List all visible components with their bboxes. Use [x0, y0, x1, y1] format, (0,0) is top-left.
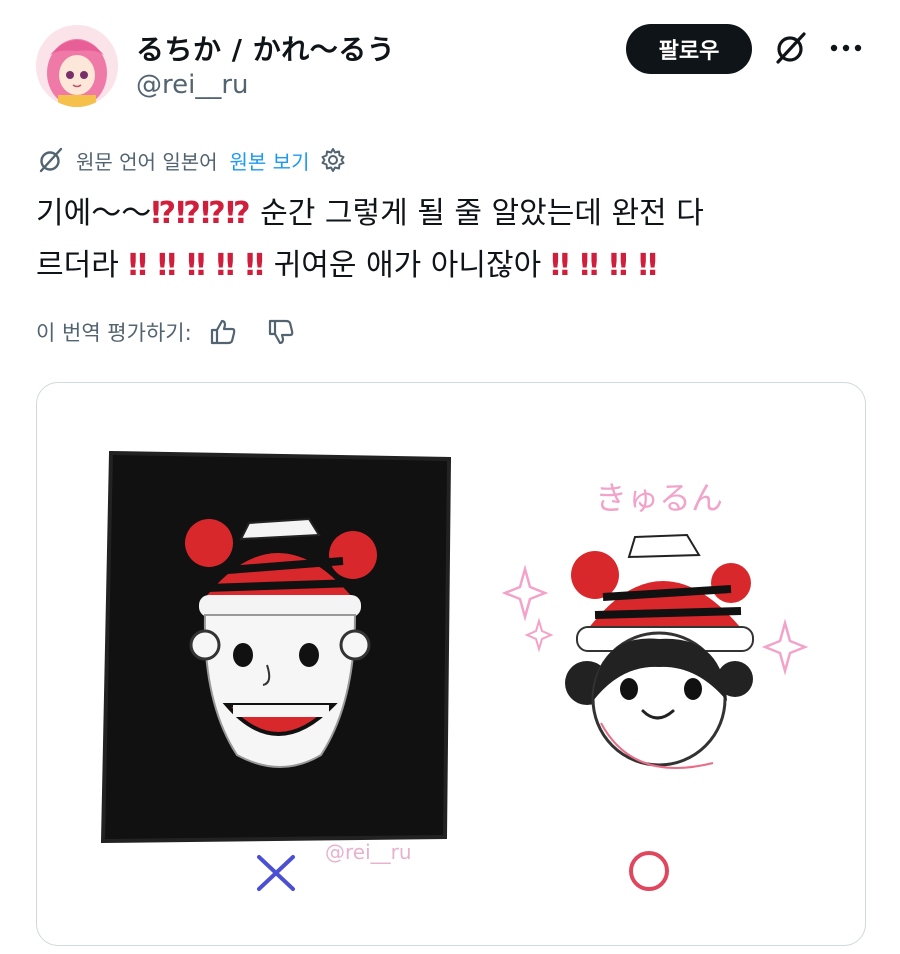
- follow-button[interactable]: 팔로우: [626, 24, 752, 74]
- drawing-illustration: @rei__ru きゅるん: [100, 450, 809, 891]
- more-icon[interactable]: [826, 33, 866, 63]
- handwritten-caption: きゅるん: [595, 479, 723, 517]
- display-name[interactable]: るちか / かれ〜るう: [136, 28, 395, 68]
- tweet-text-line2-emphasis-end: ‼ ‼ ‼ ‼: [550, 248, 658, 283]
- tweet-media-image[interactable]: @rei__ru きゅるん: [36, 382, 866, 946]
- avatar[interactable]: [36, 25, 118, 107]
- gear-icon[interactable]: [319, 146, 347, 174]
- mark-circle: [629, 851, 669, 891]
- tweet-text: 기에〜〜⁉⁉⁉⁉ 순간 그렇게 될 줄 알았는데 완전 다 르더라 ‼ ‼ ‼ …: [36, 188, 866, 292]
- tweet-text-line1-start: 기에〜〜: [36, 196, 152, 231]
- grok-icon[interactable]: [772, 29, 810, 67]
- thumbs-down-icon[interactable]: [266, 317, 296, 347]
- user-handle[interactable]: @rei__ru: [136, 70, 249, 100]
- mark-cross: [257, 855, 295, 891]
- thumbs-up-icon[interactable]: [208, 317, 238, 347]
- translation-info-row: 원문 언어 일본어 원본 보기: [36, 144, 347, 176]
- show-original-link[interactable]: 원본 보기: [230, 146, 310, 175]
- tweet-text-line1-emphasis: ⁉⁉⁉⁉: [151, 196, 251, 231]
- tweet-text-line1-end: 순간 그렇게 될 줄 알았는데 완전 다: [250, 196, 704, 231]
- rate-translation-label: 이 번역 평가하기:: [36, 321, 192, 345]
- tweet-text-line2-middle: 귀여운 애가 아니잖아: [264, 248, 551, 283]
- grok-small-icon: [39, 147, 63, 173]
- tweet-text-line2-emphasis: ‼ ‼ ‼ ‼ ‼: [128, 248, 265, 283]
- watermark-text: @rei__ru: [325, 840, 412, 864]
- rate-translation-row: 이 번역 평가하기:: [36, 314, 296, 350]
- tweet-text-line2-start: 르더라: [36, 248, 129, 283]
- avatar-image: [36, 25, 118, 107]
- translation-source-label: 원문 언어 일본어: [76, 149, 218, 174]
